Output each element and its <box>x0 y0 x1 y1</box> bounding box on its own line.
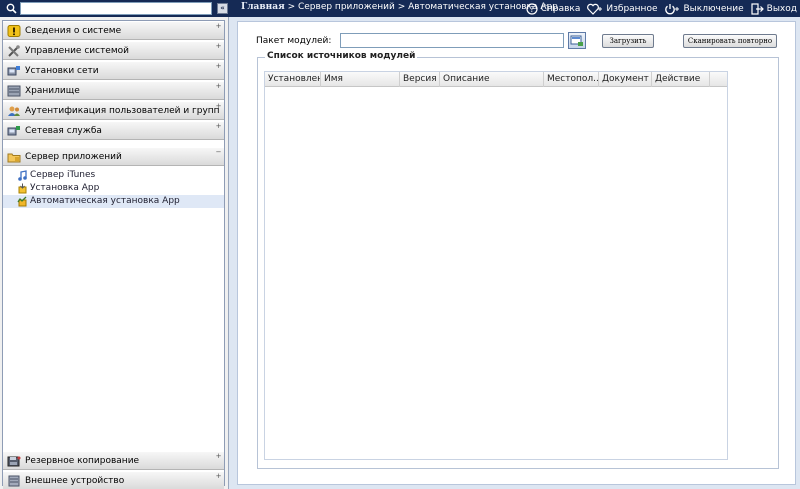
column-location[interactable]: Местопол... <box>544 72 599 87</box>
column-version[interactable]: Версия <box>400 72 440 87</box>
sidebar-section-label: Хранилище <box>25 86 80 96</box>
sidebar: Сведения о системе + Управление системой… <box>0 17 229 489</box>
column-installed[interactable]: Установлен <box>265 72 321 87</box>
search-input[interactable] <box>20 2 212 15</box>
expand-icon: + <box>215 452 222 460</box>
sidebar-section-label: Сервер приложений <box>25 152 122 162</box>
column-name[interactable]: Имя <box>321 72 400 87</box>
breadcrumb-separator: > <box>284 2 298 12</box>
expand-icon: + <box>215 42 222 50</box>
sidebar-search: « <box>4 2 228 15</box>
expand-icon: + <box>215 22 222 30</box>
sidebar-item-label: Автоматическая установка App <box>30 196 180 206</box>
users-icon <box>8 106 20 116</box>
sidebar-tree: Сведения о системе + Управление системой… <box>2 20 225 489</box>
sidebar-section-user-auth[interactable]: Аутентификация пользователей и групп + <box>3 101 224 120</box>
browse-button[interactable] <box>568 32 586 49</box>
collapse-icon: − <box>215 148 222 156</box>
sidebar-item-label: Установка App <box>30 183 100 193</box>
sidebar-section-label: Аутентификация пользователей и групп <box>25 106 220 116</box>
shutdown-label: Выключение <box>683 3 744 14</box>
external-device-icon <box>8 475 20 487</box>
sidebar-section-external-device[interactable]: Внешнее устройство + <box>3 471 224 489</box>
sidebar-item-itunes-server[interactable]: Сервер iTunes <box>3 169 224 182</box>
sidebar-section-storage[interactable]: Хранилище + <box>3 81 224 100</box>
sidebar-section-network-settings[interactable]: Установки сети + <box>3 61 224 80</box>
package-label: Пакет модулей: <box>256 36 332 46</box>
heart-icon <box>587 3 603 15</box>
sidebar-section-label: Управление системой <box>25 46 129 56</box>
sidebar-section-label: Установки сети <box>25 66 99 76</box>
install-app-icon <box>18 183 27 194</box>
breadcrumb-section: Сервер приложений <box>297 2 395 12</box>
svg-text:?: ? <box>530 5 534 14</box>
sidebar-item-auto-install-app[interactable]: Автоматическая установка App <box>3 195 224 208</box>
upload-button[interactable]: Загрузить <box>602 34 654 48</box>
breadcrumb-separator: > <box>394 2 409 12</box>
sidebar-section-app-server[interactable]: Сервер приложений − <box>3 147 224 166</box>
breadcrumb: Главная > Сервер приложений > Автоматиче… <box>241 2 558 12</box>
sidebar-section-label: Внешнее устройство <box>25 476 125 486</box>
sidebar-section-system-info[interactable]: Сведения о системе + <box>3 21 224 40</box>
shutdown-button[interactable]: Выключение <box>664 3 744 15</box>
sidebar-section-label: Резервное копирование <box>25 456 140 466</box>
rescan-button[interactable]: Сканировать повторно <box>683 34 777 48</box>
column-action[interactable]: Действие <box>652 72 710 87</box>
auto-install-panel: Пакет модулей: Загрузить Сканировать пов… <box>237 21 796 485</box>
browse-icon <box>570 35 583 46</box>
backup-icon <box>7 456 21 467</box>
expand-icon: + <box>215 102 222 110</box>
top-actions: ? Справка Избранное Выключение Выход <box>526 1 797 16</box>
column-document[interactable]: Документ <box>599 72 652 87</box>
main-content: Пакет модулей: Загрузить Сканировать пов… <box>233 17 800 489</box>
help-icon: ? <box>526 2 538 15</box>
column-description[interactable]: Описание <box>440 72 544 87</box>
power-icon <box>665 3 680 14</box>
logout-button[interactable]: Выход <box>751 2 797 15</box>
help-label: Справка <box>540 3 581 14</box>
expand-icon: + <box>215 122 222 130</box>
folder-icon <box>7 153 21 163</box>
table-header: Установлен Имя Версия Описание Местопол.… <box>265 72 727 87</box>
breadcrumb-home-link[interactable]: Главная <box>241 2 285 12</box>
expand-icon: + <box>215 82 222 90</box>
sidebar-section-network-service[interactable]: Сетевая служба + <box>3 121 224 140</box>
music-note-icon <box>18 170 27 181</box>
info-icon <box>7 25 21 37</box>
storage-icon <box>7 85 21 97</box>
sidebar-item-label: Сервер iTunes <box>30 170 96 180</box>
search-icon <box>6 3 17 14</box>
sidebar-item-install-app[interactable]: Установка App <box>3 182 224 195</box>
package-file-input[interactable] <box>340 33 564 48</box>
logout-label: Выход <box>766 3 797 14</box>
help-button[interactable]: ? Справка <box>526 2 581 15</box>
favorites-label: Избранное <box>606 3 658 14</box>
expand-icon: + <box>215 472 222 480</box>
favorites-button[interactable]: Избранное <box>587 3 657 15</box>
sidebar-section-backup[interactable]: Резервное копирование + <box>3 451 224 470</box>
sidebar-section-system-management[interactable]: Управление системой + <box>3 41 224 60</box>
network-icon <box>7 66 20 76</box>
sidebar-section-label: Сведения о системе <box>25 26 122 36</box>
column-filler <box>710 72 727 87</box>
expand-icon: + <box>215 62 222 70</box>
module-source-title: Список источников модулей <box>265 51 418 61</box>
auto-install-icon <box>17 196 27 207</box>
module-source-table: Установлен Имя Версия Описание Местопол.… <box>264 71 728 460</box>
top-bar: « Главная > Сервер приложений > Автомати… <box>0 0 800 17</box>
sidebar-section-label: Сетевая служба <box>25 126 102 136</box>
tools-icon <box>8 45 20 57</box>
network-service-icon <box>7 126 20 136</box>
logout-icon <box>751 2 764 15</box>
collapse-sidebar-button[interactable]: « <box>217 3 228 14</box>
